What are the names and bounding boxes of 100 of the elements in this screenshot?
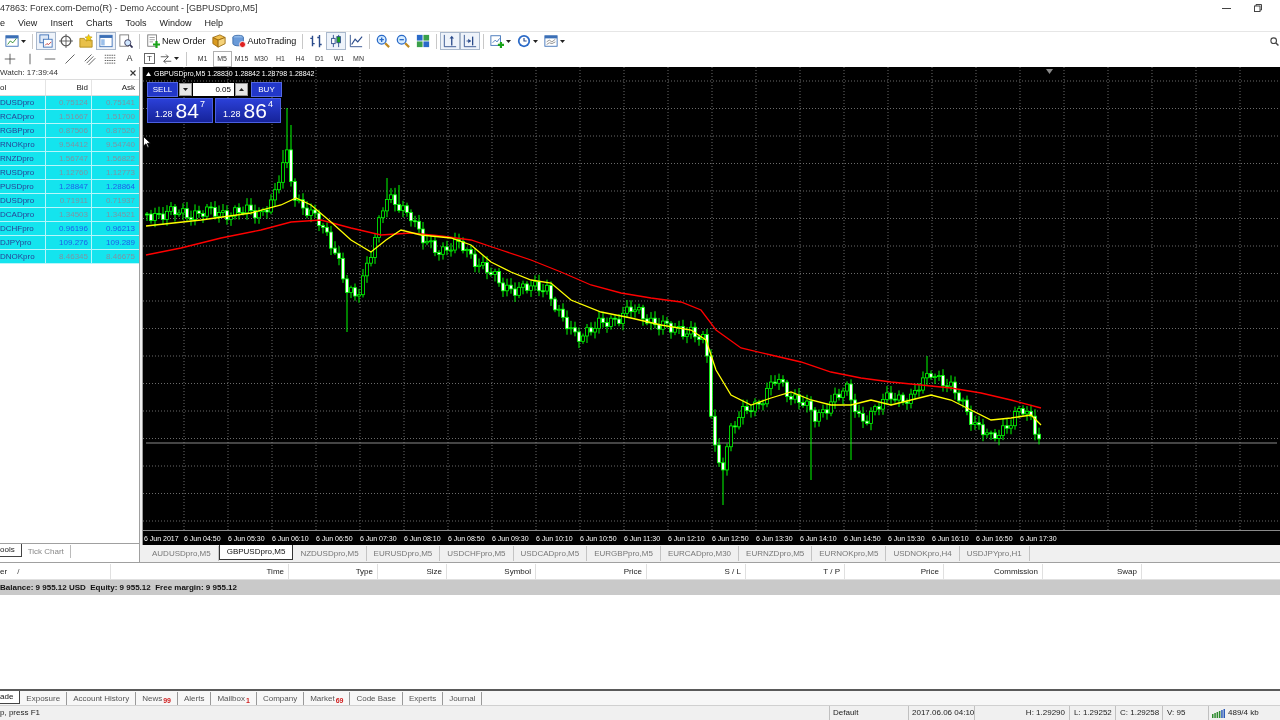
column-header[interactable]: S / L (647, 564, 746, 579)
ask-price: 1.56822 (91, 152, 138, 165)
sort-indicator: / (17, 567, 20, 576)
ask-price: 0.75141 (91, 96, 138, 109)
symbol-row[interactable]: RCADpro 1.51667 1.51700 (0, 110, 139, 124)
profiles-button[interactable] (36, 32, 56, 50)
balance-summary: Balance: 9 955.12 USD Equity: 9 955.12 Free margin: 9 955.12 (0, 583, 237, 592)
chart-tab[interactable]: USDCADpro,M5 (513, 546, 588, 561)
lot-increase-button[interactable] (235, 83, 248, 96)
panel-tab[interactable]: Tick Chart (21, 545, 71, 558)
close-price: C: 1.29258 (1115, 706, 1162, 720)
chart-tab[interactable]: EURNZDpro,M5 (739, 546, 813, 561)
menu-item[interactable]: e (0, 19, 5, 28)
chart-tab[interactable]: AUDUSDpro,M5 (145, 546, 219, 561)
ohlc-bars-icon (309, 34, 324, 48)
symbol-row[interactable]: PUSDpro 1.28847 1.28864 (0, 180, 139, 194)
ask-price: 1.34521 (91, 208, 138, 221)
bid-price: 8.46345 (45, 250, 91, 263)
close-icon[interactable] (130, 70, 136, 76)
symbol-row[interactable]: RNOKpro 9.54412 9.54740 (0, 138, 139, 152)
new-order-button[interactable]: New Order (143, 32, 209, 50)
bid-price: 1.56747 (45, 152, 91, 165)
new-chart-button[interactable] (2, 32, 29, 50)
column-header[interactable]: Symbol (447, 564, 536, 579)
symbol-row[interactable]: DUSDpro 0.75124 0.75141 (0, 96, 139, 110)
chart-tab[interactable]: EURCADpro,M30 (660, 546, 740, 561)
symbol-row[interactable]: DNOKpro 8.46345 8.46675 (0, 250, 139, 264)
chart-tab[interactable]: NZDUSDpro,M5 (293, 546, 367, 561)
symbol-row[interactable]: DCADpro 1.34503 1.34521 (0, 208, 139, 222)
ask-price: 0.87520 (91, 124, 138, 137)
bid-price: 109.276 (45, 236, 91, 249)
column-header[interactable]: er (0, 567, 8, 576)
symbol-row[interactable]: RUSDpro 1.12760 1.12773 (0, 166, 139, 180)
crosshair-icon (3, 52, 16, 65)
symbol-row[interactable]: DJPYpro 109.276 109.289 (0, 236, 139, 250)
menu-item[interactable]: View (18, 19, 38, 28)
candlestick-button[interactable] (326, 32, 347, 50)
bid-price: 0.96196 (45, 222, 91, 235)
minimize-icon (1221, 7, 1231, 9)
column-header[interactable]: Price (536, 564, 647, 579)
tester-button[interactable] (116, 32, 136, 50)
ask-price: 1.12773 (91, 166, 138, 179)
autotrading-button[interactable]: AutoTrading (228, 32, 300, 50)
bid-price: 0.87506 (45, 124, 91, 137)
data-window-button[interactable] (56, 32, 76, 50)
column-header[interactable]: T / P (746, 564, 845, 579)
column-header[interactable]: Size (378, 564, 447, 579)
chart-area[interactable] (142, 67, 1280, 545)
terminal-button[interactable] (96, 32, 116, 50)
menu-item[interactable]: Window (159, 19, 192, 28)
symbol-name: DUSDpro (0, 98, 36, 107)
column-header[interactable]: Time (111, 564, 289, 579)
auto-scroll-button[interactable] (460, 32, 481, 50)
crosshair-icon (59, 34, 73, 48)
chart-shift-button[interactable] (440, 32, 461, 50)
column-header[interactable]: ol (0, 80, 45, 95)
panel-tab[interactable]: ools (0, 544, 22, 557)
menu-item[interactable]: Insert (50, 19, 73, 28)
column-header[interactable]: Ask (91, 80, 138, 95)
text-tool-button[interactable]: A (120, 50, 139, 67)
triangle-marker-icon (1046, 69, 1053, 74)
chart-tab[interactable]: GBPUSDpro,M5 (218, 545, 294, 560)
buy-button[interactable]: BUY (251, 82, 282, 97)
bar-time: 2017.06.06 04:10 (908, 706, 974, 720)
ask-price: 109.289 (91, 236, 138, 249)
symbol-row[interactable]: DUSDpro 0.71911 0.71937 (0, 194, 139, 208)
chart-tab[interactable]: EURNOKpro,M5 (812, 546, 887, 561)
symbol-name: RCADpro (0, 112, 36, 121)
column-header[interactable]: Price (845, 564, 944, 579)
symbol-row[interactable]: RNZDpro 1.56747 1.56822 (0, 152, 139, 166)
chart-tab[interactable]: USDNOKpro,H4 (886, 546, 960, 561)
sell-button[interactable]: SELL (147, 82, 178, 97)
menu-item[interactable]: Charts (85, 19, 113, 28)
column-header[interactable]: Swap (1043, 564, 1142, 579)
bid-price: 1.12760 (45, 166, 91, 179)
caret-icon (183, 88, 188, 91)
text-label-tool-button[interactable]: T (140, 50, 159, 67)
chart-tab[interactable]: EURGBPpro,M5 (587, 546, 661, 561)
symbol-name: DCADpro (0, 210, 36, 219)
column-header[interactable]: Type (289, 564, 378, 579)
column-header[interactable]: Commission (944, 564, 1043, 579)
diagonal-line-icon (63, 52, 76, 65)
lot-decrease-button[interactable] (179, 83, 192, 96)
parallel-lines-icon (83, 52, 96, 65)
lot-size-field[interactable]: 0.05 (193, 83, 234, 96)
symbol-row[interactable]: RGBPpro 0.87506 0.87520 (0, 124, 139, 138)
ask-price: 0.71937 (91, 194, 138, 207)
ask-price: 1.28864 (91, 180, 138, 193)
panel-window-icon (99, 34, 113, 48)
terminal-tab[interactable]: ade (0, 691, 21, 704)
menu-item[interactable]: Tools (125, 19, 147, 28)
dashed-lines-icon (103, 52, 116, 65)
chart-tab[interactable]: USDCHFpro,M5 (440, 546, 514, 561)
zoom-out-icon (396, 34, 411, 48)
column-header[interactable]: Bid (45, 80, 91, 95)
symbol-row[interactable]: DCHFpro 0.96196 0.96213 (0, 222, 139, 236)
menu-item[interactable]: Help (204, 19, 223, 28)
chart-tab[interactable]: EURUSDpro,M5 (366, 546, 441, 561)
search-icon[interactable] (1270, 36, 1279, 46)
chart-tab[interactable]: USDJPYpro,H1 (959, 546, 1030, 561)
